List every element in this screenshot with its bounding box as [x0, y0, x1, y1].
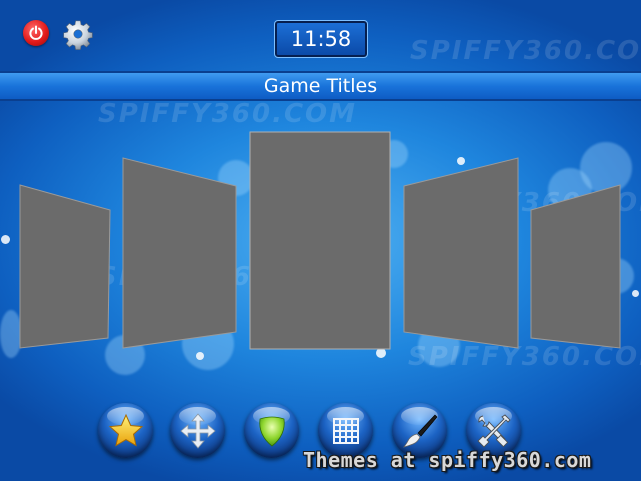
star-icon: [108, 413, 143, 447]
game-cover[interactable]: [122, 157, 237, 349]
paintbrush-icon: [402, 414, 437, 448]
move-button[interactable]: [170, 403, 225, 458]
grid-icon: [332, 417, 359, 444]
cover-carousel[interactable]: [0, 0, 641, 481]
game-cover[interactable]: [19, 184, 111, 349]
game-cover[interactable]: [403, 157, 519, 349]
favorites-button[interactable]: [98, 403, 153, 458]
tools-icon: [476, 413, 511, 448]
green-button[interactable]: [244, 403, 299, 458]
game-cover-selected[interactable]: [249, 131, 391, 350]
footer-credit: Themes at spiffy360.com: [303, 448, 592, 472]
dashboard-screen: SPIFFY360.COM SPIFFY360.COM SPIFFY360.CO…: [0, 0, 641, 481]
move-arrows-icon: [179, 412, 216, 449]
game-cover[interactable]: [530, 184, 621, 349]
green-shield-icon: [258, 416, 285, 447]
